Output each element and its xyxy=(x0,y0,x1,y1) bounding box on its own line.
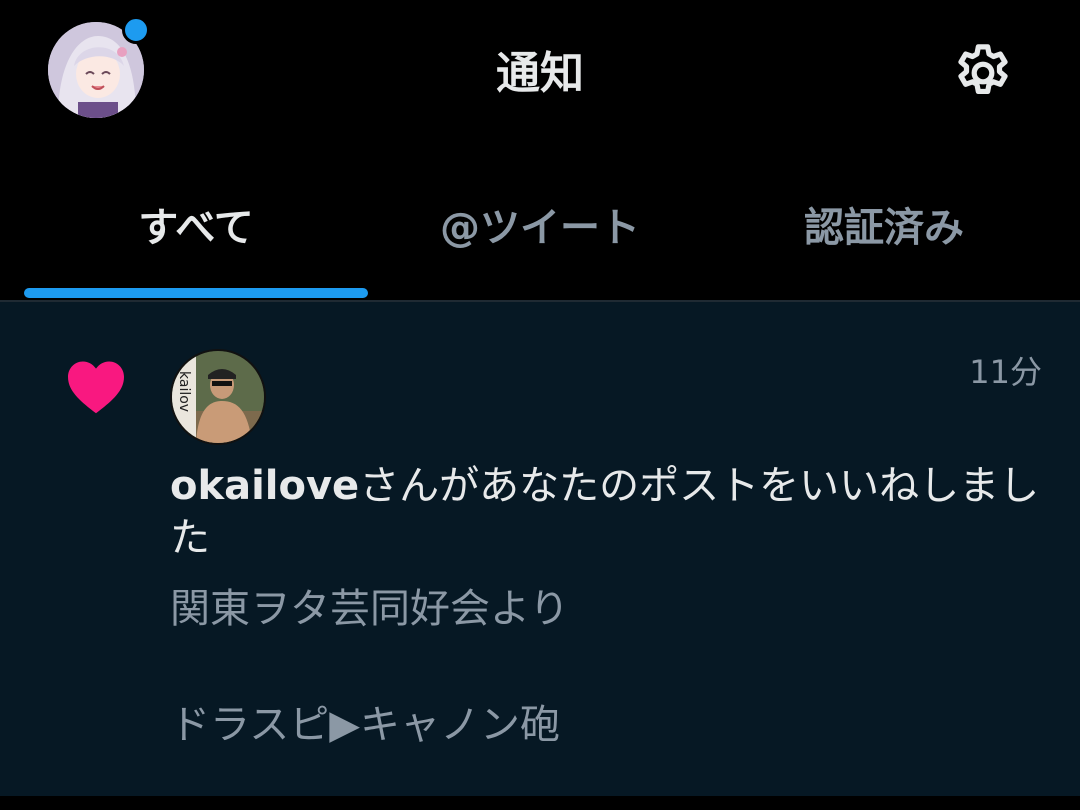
timestamp: 11分 xyxy=(969,353,1042,391)
tab-mentions[interactable]: @ツイート xyxy=(368,198,712,268)
notification-message: okailoveさんがあなたのポストをいいねしました xyxy=(170,460,1050,564)
svg-text:kailov: kailov xyxy=(176,371,192,412)
heart-icon xyxy=(64,356,128,416)
gear-icon[interactable] xyxy=(950,40,1016,106)
user-name-link[interactable]: okailove xyxy=(170,463,359,509)
tab-all[interactable]: すべて xyxy=(24,198,368,268)
bottom-edge xyxy=(0,796,1080,810)
tab-verified[interactable]: 認証済み xyxy=(712,198,1056,268)
page-title: 通知 xyxy=(496,48,584,99)
active-tab-indicator xyxy=(24,288,368,298)
user-avatar[interactable]: kailov xyxy=(170,349,266,445)
notification-dot xyxy=(122,16,150,44)
notification-item[interactable]: kailov 11分 okailoveさんがあなたのポストをいいねしました 関東… xyxy=(0,302,1080,796)
tab-bar: すべて @ツイート 認証済み xyxy=(0,150,1080,302)
post-excerpt: 関東ヲタ芸同好会より ドラスピ▶キャノン砲 xyxy=(170,586,570,748)
app-header: 通知 xyxy=(0,0,1080,150)
